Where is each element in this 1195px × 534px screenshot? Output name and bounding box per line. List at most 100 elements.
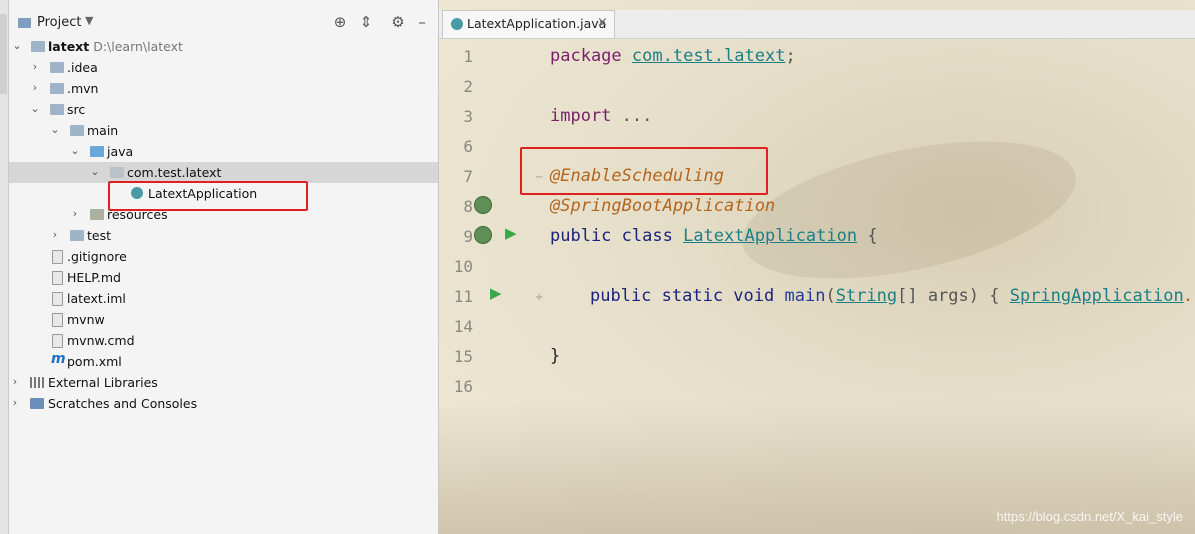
background-wallpaper xyxy=(730,115,1088,305)
tree-item-external-libraries[interactable]: › External Libraries xyxy=(9,372,438,393)
folder-icon xyxy=(70,125,84,136)
punctuation: [] args) { xyxy=(897,286,1010,306)
folded-imports: ... xyxy=(611,106,653,126)
chevron-down-icon[interactable]: ⌄ xyxy=(29,102,41,115)
spring-class-icon xyxy=(451,18,463,30)
folder-icon xyxy=(70,230,84,241)
tree-item-label: com.test.latext xyxy=(127,165,222,180)
tree-item-gitignore[interactable]: .gitignore xyxy=(9,246,438,267)
tree-item-test[interactable]: › test xyxy=(9,225,438,246)
code-line-15[interactable]: } xyxy=(550,346,560,366)
file-icon xyxy=(52,313,63,327)
code-line-3[interactable]: import ... xyxy=(550,106,652,126)
tree-item-latext[interactable]: ⌄ latext D:\learn\latext xyxy=(9,36,438,57)
method-call: .ru xyxy=(1183,286,1195,306)
spring-bean-icon[interactable] xyxy=(474,226,492,244)
punctuation: ( xyxy=(825,286,836,306)
tree-item-help-md[interactable]: HELP.md xyxy=(9,267,438,288)
project-folder-icon xyxy=(18,18,31,28)
project-panel-header: Project ▼ ⊕ ⇕ ⚙ – xyxy=(9,10,438,36)
run-icon[interactable]: ▶ xyxy=(490,284,502,302)
module-folder-icon xyxy=(31,41,45,52)
class-name: SpringApplication xyxy=(1009,286,1184,306)
punctuation: ; xyxy=(785,46,796,66)
project-tool-tab[interactable] xyxy=(0,14,7,94)
close-icon[interactable]: × xyxy=(597,15,608,30)
chevron-right-icon[interactable]: › xyxy=(69,207,81,220)
line-number: 1 xyxy=(463,47,473,66)
resources-folder-icon xyxy=(90,209,104,220)
chevron-down-icon[interactable]: ⌄ xyxy=(69,144,81,157)
chevron-right-icon[interactable]: › xyxy=(29,60,41,73)
source-folder-icon xyxy=(90,146,104,157)
line-number: 14 xyxy=(453,317,473,336)
code-line-11[interactable]: public static void main(String[] args) {… xyxy=(590,286,1195,306)
code-editor[interactable]: LatextApplication.java × 1 2 3 6 7 8 9 1… xyxy=(439,0,1195,534)
library-icon xyxy=(30,377,44,388)
line-number: 15 xyxy=(453,347,473,366)
chevron-right-icon[interactable]: › xyxy=(29,81,41,94)
chevron-right-icon[interactable]: › xyxy=(9,396,21,409)
package-icon xyxy=(110,167,124,178)
tree-item-mvnw-cmd[interactable]: mvnw.cmd xyxy=(9,330,438,351)
tree-item-src[interactable]: ⌄ src xyxy=(9,99,438,120)
tree-item-label: External Libraries xyxy=(48,375,158,390)
tree-item-pom-xml[interactable]: m pom.xml xyxy=(9,351,438,372)
tree-item-java[interactable]: ⌄ java xyxy=(9,141,438,162)
tree-item-scratches[interactable]: › Scratches and Consoles xyxy=(9,393,438,414)
tree-item-label: pom.xml xyxy=(67,354,122,369)
line-number: 10 xyxy=(453,257,473,276)
gear-icon[interactable]: ⚙ xyxy=(389,13,407,31)
code-line-8[interactable]: @SpringBootApplication xyxy=(550,196,775,216)
collapse-all-icon[interactable]: ⇕ xyxy=(357,13,375,31)
tree-item-label: mvnw.cmd xyxy=(67,333,135,348)
run-icon[interactable]: ▶ xyxy=(505,224,517,242)
chevron-right-icon[interactable]: › xyxy=(9,375,21,388)
watermark: https://blog.csdn.net/X_kai_style xyxy=(996,509,1183,524)
highlight-box-class xyxy=(108,181,308,211)
tree-item-mvn[interactable]: › .mvn xyxy=(9,78,438,99)
tree-item-label: latext xyxy=(48,39,90,54)
chevron-down-icon[interactable]: ⌄ xyxy=(11,39,23,52)
editor-tab-bar: LatextApplication.java × xyxy=(439,10,1195,39)
fold-icon[interactable]: + xyxy=(535,292,543,303)
chevron-down-icon[interactable]: ⌄ xyxy=(49,123,61,136)
code-line-1[interactable]: package com.test.latext; xyxy=(550,46,796,66)
markdown-file-icon xyxy=(52,271,63,285)
chevron-down-icon[interactable]: ⌄ xyxy=(89,165,101,178)
line-number: 8 xyxy=(463,197,473,216)
tree-item-latext-iml[interactable]: latext.iml xyxy=(9,288,438,309)
tree-item-main[interactable]: ⌄ main xyxy=(9,120,438,141)
method-name: main xyxy=(784,286,826,306)
spring-bean-icon[interactable] xyxy=(474,196,492,214)
keyword: import xyxy=(550,106,612,126)
tree-item-idea[interactable]: › .idea xyxy=(9,57,438,78)
project-panel: Project ▼ ⊕ ⇕ ⚙ – ⌄ latext D:\learn\late… xyxy=(9,0,439,534)
file-icon xyxy=(52,250,63,264)
line-number: 9 xyxy=(463,227,473,246)
project-view-selector[interactable]: Project xyxy=(37,15,81,30)
chevron-right-icon[interactable]: › xyxy=(49,228,61,241)
tree-item-label: .mvn xyxy=(67,81,99,96)
keyword: package xyxy=(550,46,622,66)
tree-item-label: main xyxy=(87,123,119,138)
tree-item-label: Scratches and Consoles xyxy=(48,396,198,411)
module-file-icon xyxy=(52,292,63,306)
chevron-down-icon[interactable]: ▼ xyxy=(85,14,93,27)
tree-item-label: java xyxy=(107,144,134,159)
package-name: com.test.latext xyxy=(631,46,786,66)
editor-tab-latextapplication[interactable]: LatextApplication.java × xyxy=(442,10,615,38)
type-name: String xyxy=(835,286,898,306)
hide-icon[interactable]: – xyxy=(413,13,431,31)
code-line-9[interactable]: public class LatextApplication { xyxy=(550,226,878,246)
tree-item-package[interactable]: ⌄ com.test.latext xyxy=(9,162,438,183)
folder-icon xyxy=(50,62,64,73)
module-path: D:\learn\latext xyxy=(93,39,183,54)
line-number: 7 xyxy=(463,167,473,186)
tree-item-mvnw[interactable]: mvnw xyxy=(9,309,438,330)
left-tool-strip xyxy=(0,0,9,534)
locate-icon[interactable]: ⊕ xyxy=(331,13,349,31)
highlight-box-annotation xyxy=(520,147,768,195)
tree-item-label: src xyxy=(67,102,86,117)
maven-icon: m xyxy=(51,351,66,367)
